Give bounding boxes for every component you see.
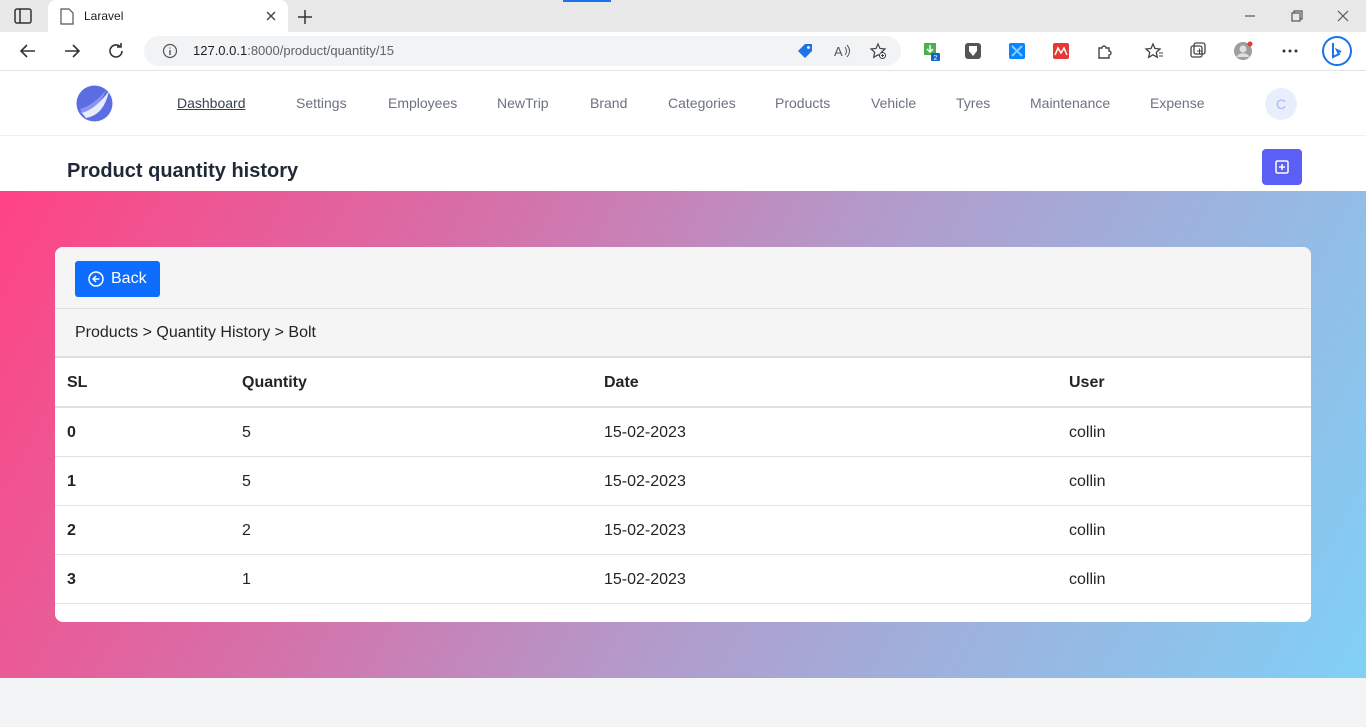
new-tab-icon[interactable] (296, 8, 314, 26)
blue-extension-icon[interactable] (1007, 41, 1027, 61)
cell-user: collin (1069, 571, 1106, 588)
plus-square-icon (1275, 160, 1289, 174)
download-extension-icon[interactable]: 2 (921, 41, 941, 61)
add-button[interactable] (1262, 149, 1302, 185)
svg-text:A: A (834, 44, 843, 59)
cell-user: collin (1069, 522, 1106, 539)
nav-brand[interactable]: Brand (590, 95, 627, 111)
nav-categories[interactable]: Categories (668, 95, 736, 111)
svg-text:2: 2 (934, 55, 938, 61)
browser-tab-bar: Laravel (0, 0, 1366, 32)
card-toolbar: Back (55, 247, 1311, 309)
table-row: 1 5 15-02-2023 collin (55, 457, 1311, 506)
cell-date: 15-02-2023 (604, 473, 686, 490)
nav-settings[interactable]: Settings (296, 95, 347, 111)
nav-employees[interactable]: Employees (388, 95, 457, 111)
table-row: 2 2 15-02-2023 collin (55, 506, 1311, 555)
table-row: 0 5 15-02-2023 collin (55, 408, 1311, 457)
browser-tab[interactable]: Laravel (48, 0, 288, 32)
cell-sl: 2 (67, 522, 76, 539)
nav-maintenance[interactable]: Maintenance (1030, 95, 1110, 111)
back-arrow-icon[interactable] (18, 41, 38, 61)
nav-newtrip[interactable]: NewTrip (497, 95, 549, 111)
nav-expense[interactable]: Expense (1150, 95, 1204, 111)
tab-actions-icon[interactable] (14, 8, 32, 24)
column-header-sl: SL (67, 374, 88, 391)
cell-quantity: 1 (242, 571, 251, 588)
back-button[interactable]: Back (75, 261, 160, 297)
favorite-add-icon[interactable] (869, 42, 887, 60)
cell-date: 15-02-2023 (604, 424, 686, 441)
profile-icon[interactable] (1233, 41, 1253, 61)
cell-quantity: 5 (242, 424, 251, 441)
address-bar[interactable]: 127.0.0.1:8000/product/quantity/15 A (144, 36, 901, 66)
arrow-left-circle-icon (88, 271, 104, 287)
cell-date: 15-02-2023 (604, 571, 686, 588)
cell-user: collin (1069, 424, 1106, 441)
cell-sl: 1 (67, 473, 76, 490)
red-extension-icon[interactable] (1051, 41, 1071, 61)
forward-arrow-icon[interactable] (62, 41, 82, 61)
table-header-row: SL Quantity Date User (55, 358, 1311, 408)
table-row: 3 1 15-02-2023 collin (55, 555, 1311, 604)
column-header-quantity: Quantity (242, 374, 307, 391)
breadcrumb: Products > Quantity History > Bolt (55, 309, 1311, 358)
cell-quantity: 5 (242, 473, 251, 490)
nav-dashboard[interactable]: Dashboard (177, 95, 246, 111)
page-header: Product quantity history (0, 136, 1366, 191)
back-button-label: Back (111, 270, 147, 287)
read-aloud-icon[interactable]: A (833, 42, 851, 60)
cell-sl: 0 (67, 424, 76, 441)
column-header-user: User (1069, 374, 1105, 391)
minimize-icon[interactable] (1243, 9, 1257, 23)
app-logo-icon[interactable] (76, 85, 113, 122)
restore-icon[interactable] (1290, 9, 1304, 23)
column-header-date: Date (604, 374, 639, 391)
user-avatar[interactable]: C (1265, 88, 1297, 120)
nav-vehicle[interactable]: Vehicle (871, 95, 916, 111)
nav-products[interactable]: Products (775, 95, 830, 111)
price-tag-icon[interactable] (796, 42, 814, 60)
app-navbar: Dashboard Settings Employees NewTrip Bra… (0, 71, 1366, 136)
breadcrumb-text: Products > Quantity History > Bolt (75, 324, 316, 341)
cell-date: 15-02-2023 (604, 522, 686, 539)
cell-user: collin (1069, 473, 1106, 490)
quantity-history-table: SL Quantity Date User 0 5 15-02-2023 col… (55, 358, 1311, 604)
tab-title: Laravel (84, 9, 124, 23)
tab-accent-bar (563, 0, 611, 2)
refresh-icon[interactable] (106, 41, 126, 61)
shield-extension-icon[interactable] (963, 41, 983, 61)
nav-tyres[interactable]: Tyres (956, 95, 990, 111)
bing-chat-icon[interactable] (1321, 35, 1353, 67)
content-background: Back Products > Quantity History > Bolt … (0, 191, 1366, 678)
page-icon (60, 8, 74, 25)
quantity-history-card: Back Products > Quantity History > Bolt … (55, 247, 1311, 622)
favorites-icon[interactable] (1144, 41, 1164, 61)
browser-toolbar: 127.0.0.1:8000/product/quantity/15 A 2 (0, 32, 1366, 71)
close-tab-icon[interactable] (264, 9, 278, 23)
site-info-icon[interactable] (162, 43, 178, 59)
cell-sl: 3 (67, 571, 76, 588)
collections-icon[interactable] (1188, 41, 1208, 61)
more-menu-icon[interactable] (1280, 41, 1300, 61)
extensions-puzzle-icon[interactable] (1095, 41, 1115, 61)
close-window-icon[interactable] (1336, 9, 1350, 23)
page-title: Product quantity history (67, 160, 299, 182)
url-text: 127.0.0.1:8000/product/quantity/15 (193, 43, 394, 58)
cell-quantity: 2 (242, 522, 251, 539)
